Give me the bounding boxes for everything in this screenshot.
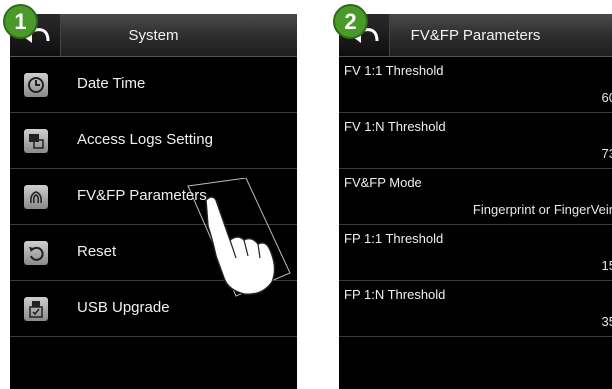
param-name: FV 1:N Threshold — [344, 119, 446, 134]
menu-item-label: Reset — [77, 243, 117, 260]
menu-item-access-logs-setting[interactable]: Access Logs Setting — [10, 113, 297, 169]
param-fv-1-1-threshold[interactable]: FV 1:1 Threshold 60 — [339, 57, 612, 113]
param-fv-fp-mode[interactable]: FV&FP Mode Fingerprint or FingerVein — [339, 169, 612, 225]
clock-icon — [24, 73, 48, 97]
step-badge-1: 1 — [3, 4, 38, 39]
param-fv-1-n-threshold[interactable]: FV 1:N Threshold 73 — [339, 113, 612, 169]
step-badge-2: 2 — [333, 4, 368, 39]
page-title: System — [128, 27, 179, 44]
logs-icon — [24, 129, 48, 153]
menu-item-date-time[interactable]: Date Time — [10, 57, 297, 113]
param-value: 35 — [601, 314, 612, 329]
param-name: FV 1:1 Threshold — [344, 63, 444, 78]
title-bar: System — [10, 14, 297, 57]
page-title: FV&FP Parameters — [410, 27, 541, 44]
param-fp-1-n-threshold[interactable]: FP 1:N Threshold 35 — [339, 281, 612, 337]
tap-hand-icon — [187, 178, 291, 297]
usb-icon — [24, 297, 48, 321]
param-name: FP 1:1 Threshold — [344, 231, 444, 246]
title-bar: FV&FP Parameters — [339, 14, 612, 57]
param-value: 60 — [601, 90, 612, 105]
param-value: 73 — [601, 146, 612, 161]
param-name: FP 1:N Threshold — [344, 287, 446, 302]
menu-item-label: Access Logs Setting — [77, 131, 213, 148]
param-fp-1-1-threshold[interactable]: FP 1:1 Threshold 15 — [339, 225, 612, 281]
fv-fp-parameters-screen: FV&FP Parameters FV 1:1 Threshold 60 FV … — [339, 14, 612, 389]
fingerprint-icon — [24, 185, 48, 209]
reset-icon — [24, 241, 48, 265]
menu-item-label: Date Time — [77, 75, 146, 92]
menu-item-label: USB Upgrade — [77, 299, 170, 316]
param-value: 15 — [601, 258, 612, 273]
param-name: FV&FP Mode — [344, 175, 422, 190]
param-value: Fingerprint or FingerVein — [472, 202, 612, 217]
